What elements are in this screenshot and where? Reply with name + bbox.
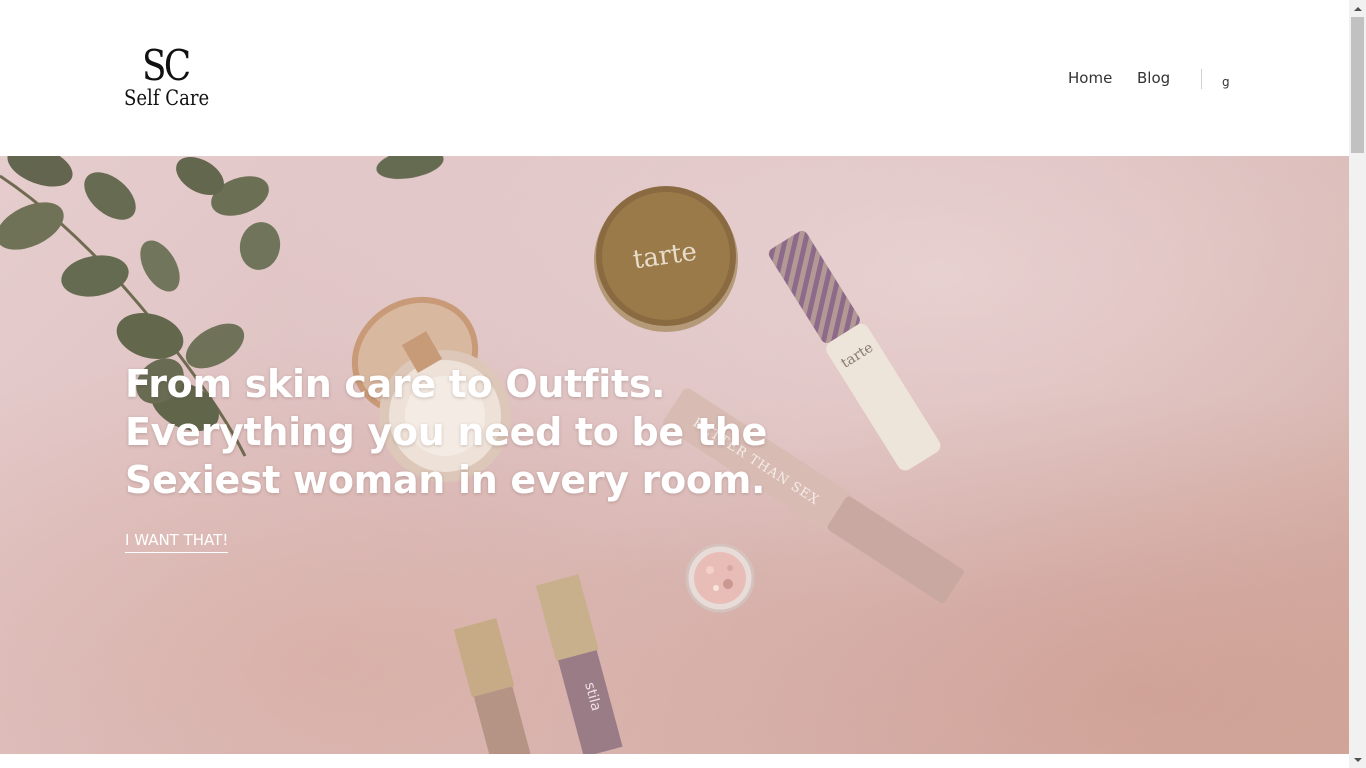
concealer-tube: tarte xyxy=(768,230,941,471)
logo-wordmark: Self Care xyxy=(124,86,210,110)
hero-title-line-3: Sexiest woman in every room. xyxy=(125,458,766,502)
lip-gloss-left xyxy=(453,618,536,754)
nav-divider xyxy=(1201,69,1202,89)
scrollbar-thumb[interactable] xyxy=(1351,17,1364,153)
hero-title-line-1: From skin care to Outfits. xyxy=(125,362,666,406)
lip-gloss-right: stila xyxy=(535,574,623,754)
cta-button[interactable]: I WANT THAT! xyxy=(125,530,229,553)
hero-content: From skin care to Outfits. Everything yo… xyxy=(125,360,785,553)
scroll-up-arrow-icon[interactable] xyxy=(1349,0,1366,17)
scroll-down-arrow-icon[interactable] xyxy=(1349,751,1366,768)
page: SC Self Care Home Blog g tarte tarte BET… xyxy=(0,0,1349,768)
logo-monogram: SC xyxy=(142,41,191,90)
round-compact: tarte xyxy=(594,186,738,332)
hero-title: From skin care to Outfits. Everything yo… xyxy=(125,360,785,504)
nav-extra-item[interactable]: g xyxy=(1222,74,1230,90)
nav-item-home[interactable]: Home xyxy=(1068,68,1112,88)
vertical-scrollbar[interactable] xyxy=(1349,0,1366,768)
site-header: SC Self Care Home Blog g xyxy=(0,0,1349,156)
glitter-pot xyxy=(685,543,755,613)
hero-banner: tarte tarte BETTER THAN SEX stila From s… xyxy=(0,156,1349,754)
nav-item-blog[interactable]: Blog xyxy=(1137,68,1170,88)
site-logo[interactable]: SC Self Care xyxy=(124,44,220,112)
hero-title-line-2: Everything you need to be the xyxy=(125,410,767,454)
